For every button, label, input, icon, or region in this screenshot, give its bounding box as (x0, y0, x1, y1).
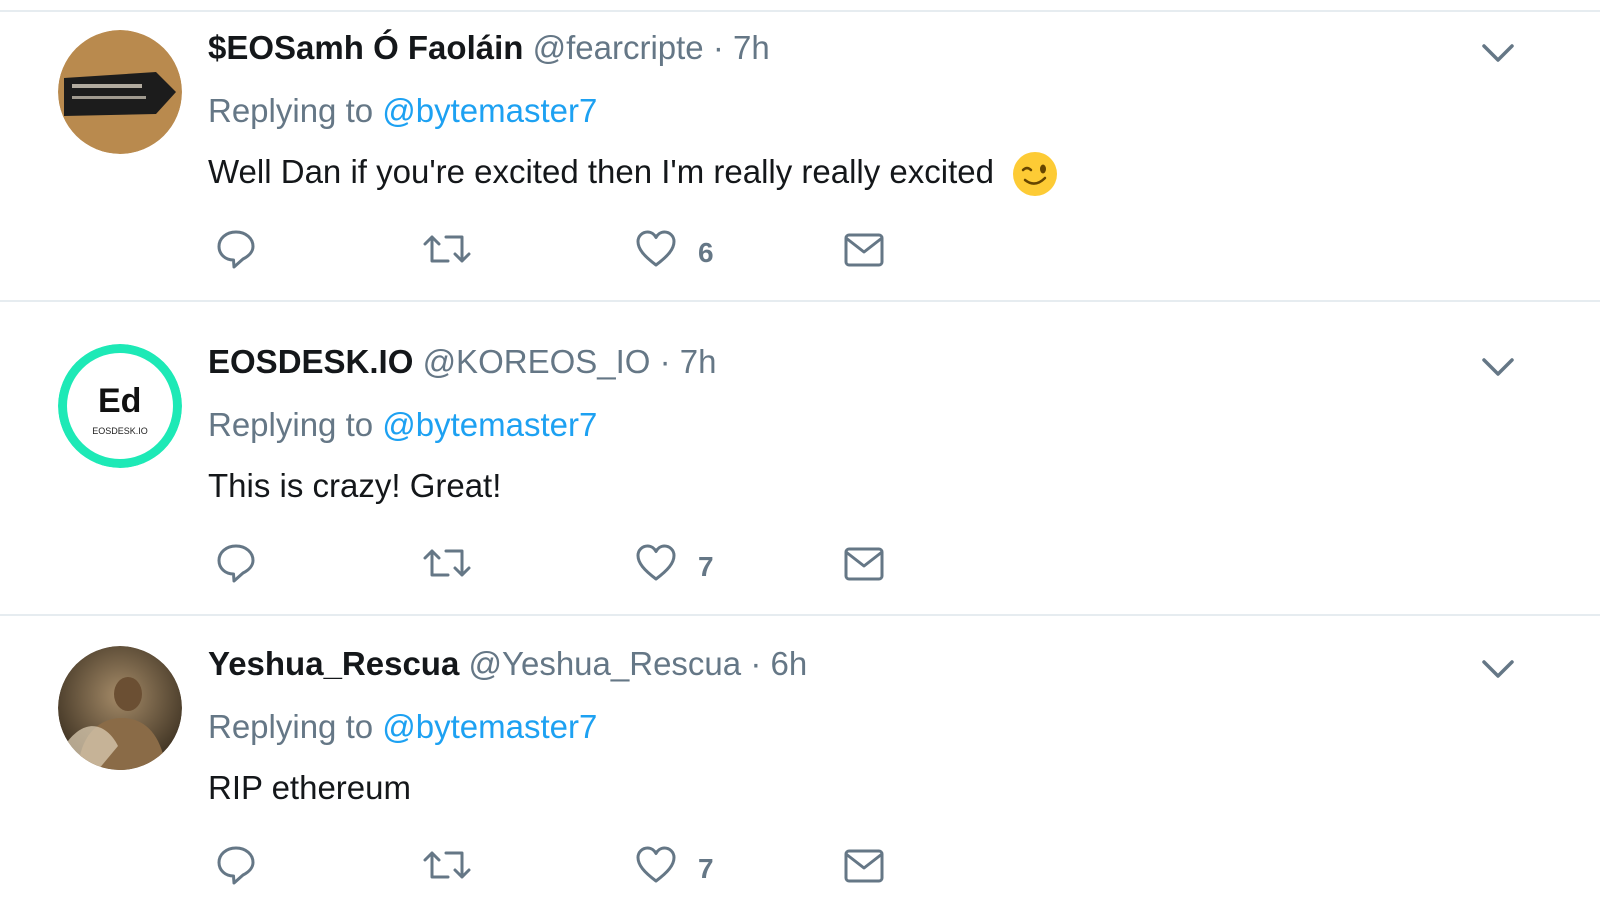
tweet-reply[interactable]: $EOSamh Ó Faoláin @fearcripte · 7h Reply… (0, 0, 1600, 302)
replying-label: Replying to (208, 92, 374, 129)
winking-face-emoji (1013, 152, 1058, 197)
like-count: 6 (698, 237, 714, 268)
replying-label: Replying to (208, 406, 374, 443)
tweet-actions: 6 (208, 224, 908, 274)
tweet-text: RIP ethereum (208, 769, 411, 806)
heart-icon (636, 544, 676, 581)
envelope-icon (844, 547, 884, 581)
retweet-icon (423, 851, 471, 879)
timestamp[interactable]: 6h (770, 645, 807, 682)
replying-label: Replying to (208, 708, 374, 745)
replying-to: Replying to @bytemaster7 (208, 403, 597, 447)
chevron-down-icon (1482, 44, 1514, 62)
like-count: 7 (698, 551, 714, 582)
chevron-down-icon (1482, 358, 1514, 376)
tweet-menu-button[interactable] (1480, 38, 1516, 68)
display-name[interactable]: Yeshua_Rescua (208, 645, 459, 682)
reply-button[interactable] (214, 538, 258, 588)
direct-message-button[interactable] (842, 840, 886, 890)
timestamp[interactable]: 7h (733, 29, 770, 66)
tweet-header: EOSDESK.IO @KOREOS_IO · 7h (208, 340, 717, 384)
direct-message-button[interactable] (842, 224, 886, 274)
tweet-reply[interactable]: Ed EOSDESK.IO EOSDESK.IO @KOREOS_IO · 7h… (0, 314, 1600, 616)
direct-message-button[interactable] (842, 538, 886, 588)
reply-icon (217, 544, 255, 583)
tweet-actions: 7 (208, 538, 908, 588)
reply-button[interactable] (214, 224, 258, 274)
like-button[interactable]: 6 (634, 224, 714, 274)
display-name[interactable]: $EOSamh Ó Faoláin (208, 29, 523, 66)
tweet-header: $EOSamh Ó Faoláin @fearcripte · 7h (208, 26, 770, 70)
tweet-menu-button[interactable] (1480, 654, 1516, 684)
tweet-menu-button[interactable] (1480, 352, 1516, 382)
like-count: 7 (698, 853, 714, 884)
handle[interactable]: @fearcripte (533, 29, 704, 66)
display-name[interactable]: EOSDESK.IO (208, 343, 413, 380)
handle[interactable]: @Yeshua_Rescua (469, 645, 742, 682)
separator-dot: · (659, 343, 671, 380)
retweet-icon (423, 549, 471, 577)
mention-link[interactable]: @bytemaster7 (382, 406, 597, 443)
mention-link[interactable]: @bytemaster7 (382, 92, 597, 129)
tweet-actions: 7 (208, 840, 908, 890)
avatar-logo: Ed (98, 382, 141, 420)
avatar[interactable] (58, 30, 182, 154)
envelope-icon (844, 233, 884, 267)
reply-button[interactable] (214, 840, 258, 890)
retweet-icon (423, 235, 471, 263)
replying-to: Replying to @bytemaster7 (208, 705, 597, 749)
heart-icon (636, 230, 676, 267)
reply-icon (217, 230, 255, 269)
tweet-text: Well Dan if you're excited then I'm real… (208, 153, 994, 190)
like-button[interactable]: 7 (634, 538, 714, 588)
retweet-button[interactable] (422, 840, 472, 890)
timestamp[interactable]: 7h (680, 343, 717, 380)
avatar-label: EOSDESK.IO (92, 426, 148, 436)
tweet-reply[interactable]: Yeshua_Rescua @Yeshua_Rescua · 6h Replyi… (0, 616, 1600, 900)
tweet-header: Yeshua_Rescua @Yeshua_Rescua · 6h (208, 642, 807, 686)
envelope-icon (844, 849, 884, 883)
tweet-text: This is crazy! Great! (208, 467, 502, 504)
chevron-down-icon (1482, 660, 1514, 678)
mention-link[interactable]: @bytemaster7 (382, 708, 597, 745)
retweet-button[interactable] (422, 538, 472, 588)
replying-to: Replying to @bytemaster7 (208, 89, 597, 133)
separator-dot: · (750, 645, 762, 682)
heart-icon (636, 846, 676, 883)
avatar[interactable] (58, 646, 182, 770)
handle[interactable]: @KOREOS_IO (423, 343, 651, 380)
separator-dot: · (712, 29, 724, 66)
retweet-button[interactable] (422, 224, 472, 274)
avatar[interactable]: Ed EOSDESK.IO (58, 344, 182, 468)
like-button[interactable]: 7 (634, 840, 714, 890)
reply-feed: Ed EOSDESK.IO EOSDESK.IO @KOREOS_IO · 7h… (0, 0, 1600, 900)
reply-icon (217, 846, 255, 885)
tweet-text-container: Well Dan if you're excited then I'm real… (208, 150, 1059, 198)
